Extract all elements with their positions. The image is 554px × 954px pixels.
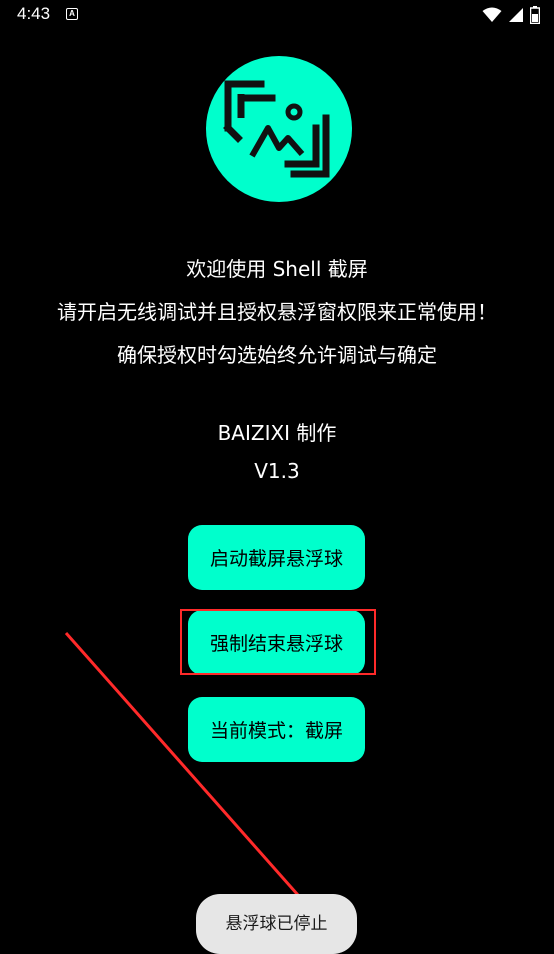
status-icons bbox=[482, 6, 540, 24]
highlight-annotation-box bbox=[180, 609, 376, 675]
confirm-text: 确保授权时勾选始终允许调试与确定 bbox=[117, 343, 437, 367]
battery-icon bbox=[530, 6, 540, 24]
screenshot-logo-icon bbox=[206, 56, 352, 202]
welcome-text: 欢迎使用 Shell 截屏 bbox=[186, 257, 368, 281]
notification-icon: A bbox=[66, 8, 78, 20]
status-bar: 4:43 A bbox=[0, 0, 554, 30]
instruction-text: 请开启无线调试并且授权悬浮窗权限来正常使用！ bbox=[57, 300, 497, 324]
wifi-icon bbox=[482, 7, 502, 22]
toast-message: 悬浮球已停止 bbox=[196, 894, 357, 954]
mode-toggle-button[interactable]: 当前模式：截屏 bbox=[188, 697, 365, 762]
author-text: BAIZIXI 制作 bbox=[217, 421, 337, 445]
signal-icon bbox=[509, 8, 523, 22]
version-text: V1.3 bbox=[254, 459, 300, 483]
start-floating-ball-button[interactable]: 启动截屏悬浮球 bbox=[188, 525, 365, 590]
toast-text: 悬浮球已停止 bbox=[225, 914, 328, 934]
status-time: 4:43 bbox=[17, 4, 51, 23]
